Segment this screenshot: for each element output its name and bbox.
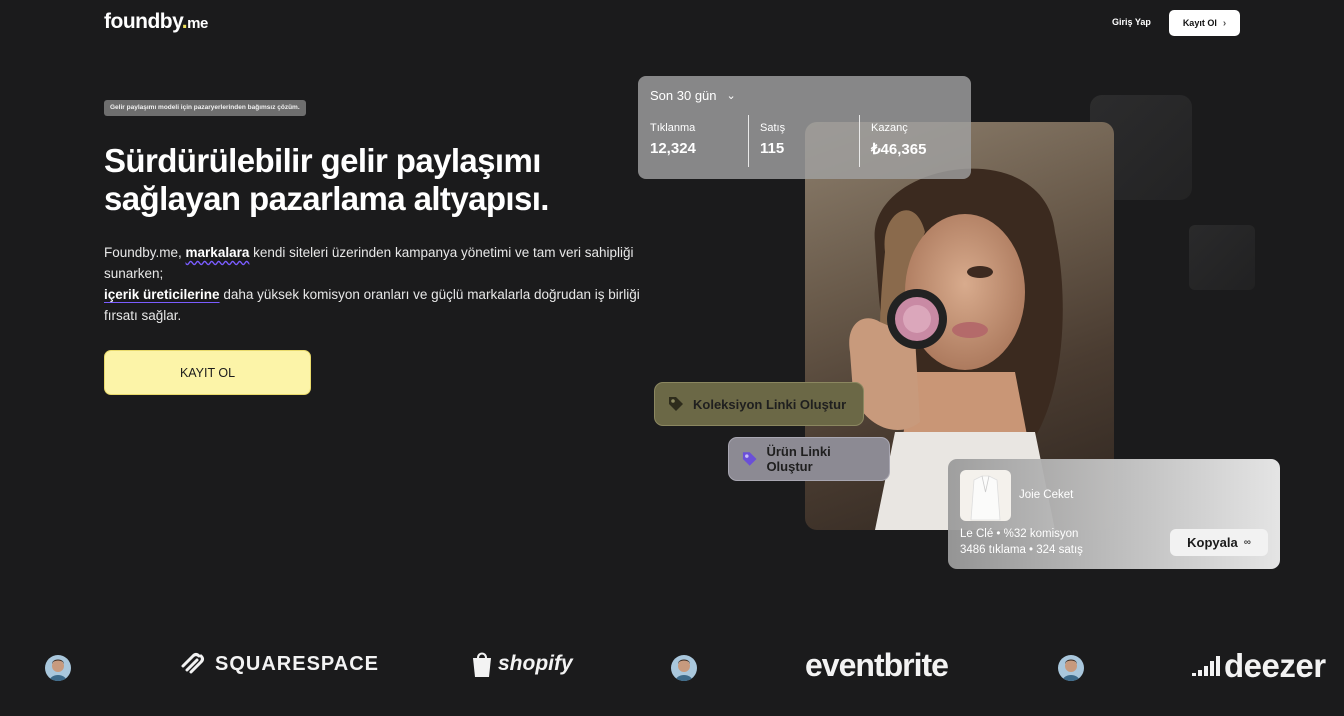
hero-title-line1: Sürdürülebilir gelir paylaşımı — [104, 142, 541, 179]
stat-value: 12,324 — [650, 140, 696, 157]
product-card: Joie Ceket Le Clé • %32 komisyon 3486 tı… — [948, 459, 1280, 569]
create-collection-link-button[interactable]: Koleksiyon Linki Oluştur — [654, 382, 864, 426]
chevron-down-icon: ⌄ — [726, 90, 736, 102]
avatar-illustration — [1062, 659, 1080, 681]
period-dropdown[interactable]: Son 30 gün ⌄ — [650, 88, 736, 103]
login-link[interactable]: Giriş Yap — [1112, 17, 1151, 27]
stat-clicks: Tıklanma 12,324 — [650, 122, 750, 157]
copy-link-button[interactable]: Kopyala ∞ — [1170, 529, 1268, 556]
product-brand-commission: Le Clé • %32 komisyon — [960, 528, 1079, 540]
hero-badge: Gelir paylaşımı modeli için pazaryerleri… — [104, 100, 306, 116]
stat-sales: Satış 115 — [760, 122, 860, 157]
signup-button[interactable]: Kayıt Ol › — [1169, 10, 1240, 36]
signup-button-label: Kayıt Ol — [1182, 18, 1217, 28]
create-product-link-button[interactable]: Ürün Linki Oluştur — [728, 437, 890, 481]
deezer-logo: deezer — [1192, 647, 1326, 685]
product-thumbnail — [960, 470, 1011, 521]
logo-main: foundby — [104, 10, 182, 33]
eventbrite-logo: eventbrite — [805, 647, 949, 684]
stat-label: Kazanç — [871, 122, 908, 134]
avatar — [1058, 655, 1084, 681]
brands-highlight: markalara — [185, 245, 250, 260]
site-logo[interactable]: foundby.me — [104, 10, 208, 34]
chevron-right-icon: › — [1222, 17, 1227, 29]
deezer-wordmark: deezer — [1224, 647, 1326, 684]
stat-value: 115 — [760, 140, 785, 157]
avatar-illustration — [49, 659, 67, 681]
stat-divider — [748, 115, 749, 167]
shopify-logo: shopify — [470, 650, 573, 678]
logo-suffix: me — [187, 15, 208, 32]
create-collection-link-label: Koleksiyon Linki Oluştur — [693, 396, 847, 412]
creators-highlight: içerik üreticilerine — [104, 287, 220, 302]
squarespace-wordmark: SQUARESPACE — [215, 652, 379, 675]
stat-value: ₺46,365 — [871, 141, 927, 158]
shopify-wordmark: shopify — [498, 652, 573, 675]
stats-card: Son 30 gün ⌄ Tıklanma 12,324 Satış 115 K… — [638, 76, 971, 179]
squarespace-icon — [181, 653, 204, 674]
hero-title: Sürdürülebilir gelir paylaşımı sağlayan … — [104, 142, 644, 218]
create-product-link-label: Ürün Linki Oluştur — [766, 444, 831, 474]
equalizer-icon — [1192, 656, 1220, 676]
product-name: Joie Ceket — [1019, 489, 1074, 501]
stat-label: Tıklanma — [650, 122, 696, 134]
decorative-tile-small — [1189, 225, 1255, 290]
p1-prefix: Foundby.me, — [104, 245, 186, 260]
product-stats: 3486 tıklama • 324 satış — [960, 544, 1083, 556]
avatar — [671, 655, 697, 681]
stat-earnings: Kazanç ₺46,365 — [871, 122, 971, 158]
shopping-bag-icon — [473, 652, 491, 677]
hero-title-line2: sağlayan pazarlama altyapısı. — [104, 180, 549, 217]
copy-link-label: Kopyala — [1187, 535, 1238, 550]
avatar-illustration — [675, 659, 693, 681]
tag-icon — [669, 397, 683, 411]
squarespace-logo: SQUARESPACE — [177, 650, 379, 678]
link-icon: ∞ — [1243, 537, 1251, 548]
stat-divider — [859, 115, 860, 167]
hero-signup-button[interactable]: KAYIT OL — [104, 350, 311, 395]
tag-icon — [742, 452, 757, 466]
stat-label: Satış — [760, 122, 786, 134]
hero-description-p2: içerik üreticilerine daha yüksek komisyo… — [104, 284, 649, 326]
period-label: Son 30 gün — [650, 88, 717, 103]
eventbrite-wordmark: eventbrite — [805, 647, 949, 683]
jacket-image — [970, 475, 1001, 521]
hero-description: Foundby.me, markalara kendi siteleri üze… — [104, 242, 649, 326]
avatar — [45, 655, 71, 681]
hero-description-p1: Foundby.me, markalara kendi siteleri üze… — [104, 242, 649, 284]
